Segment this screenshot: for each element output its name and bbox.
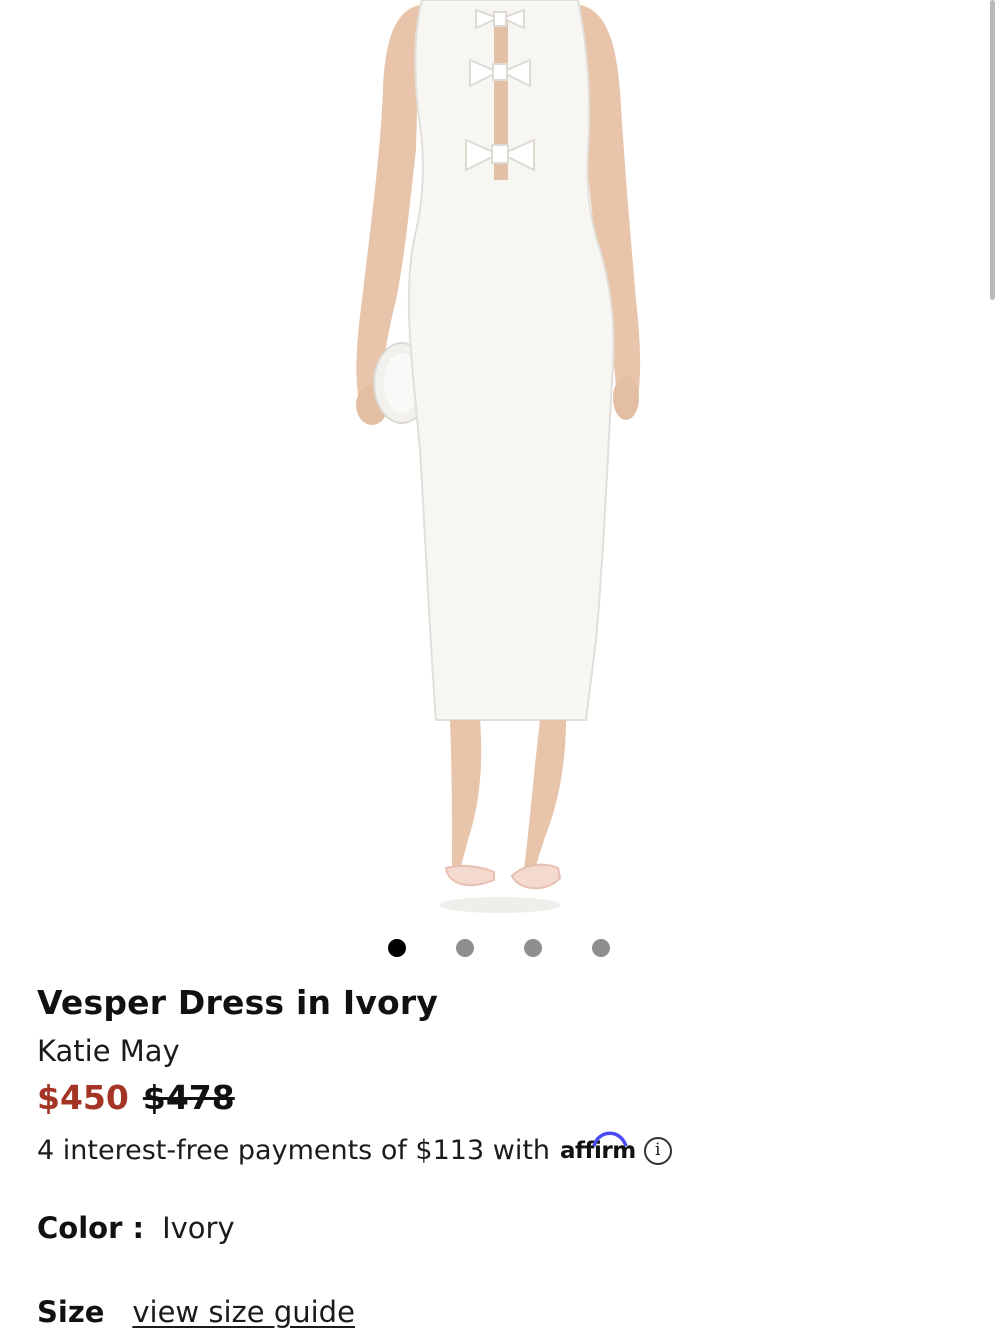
- carousel-dot-2[interactable]: [456, 939, 474, 957]
- info-glyph: i: [655, 1140, 661, 1160]
- color-value: Ivory: [162, 1211, 235, 1245]
- original-price: $478: [142, 1078, 235, 1117]
- image-carousel-dots: [388, 939, 610, 957]
- price-block: $450 $478: [37, 1078, 235, 1117]
- affirm-payment-message: 4 interest-free payments of $113 with af…: [37, 1131, 672, 1166]
- payment-text: 4 interest-free payments of $113 with: [37, 1135, 551, 1166]
- affirm-logo[interactable]: affirm: [560, 1131, 636, 1164]
- carousel-dot-3[interactable]: [524, 939, 542, 957]
- color-label: Color :: [37, 1211, 145, 1245]
- brand-name[interactable]: Katie May: [37, 1034, 180, 1068]
- product-image[interactable]: [0, 0, 1000, 930]
- dress-photo: [356, 0, 641, 913]
- product-title: Vesper Dress in Ivory: [37, 983, 439, 1022]
- info-icon[interactable]: i: [643, 1136, 672, 1165]
- carousel-dot-4[interactable]: [592, 939, 610, 957]
- page-scrollbar[interactable]: [990, 0, 995, 300]
- size-guide-link[interactable]: view size guide: [132, 1295, 355, 1329]
- size-selector: Size view size guide: [37, 1295, 355, 1329]
- carousel-dot-1[interactable]: [388, 939, 406, 957]
- color-selector: Color : Ivory: [37, 1211, 235, 1245]
- size-label: Size: [37, 1295, 105, 1329]
- affirm-arc-icon: [592, 1131, 628, 1147]
- sale-price: $450: [37, 1078, 129, 1117]
